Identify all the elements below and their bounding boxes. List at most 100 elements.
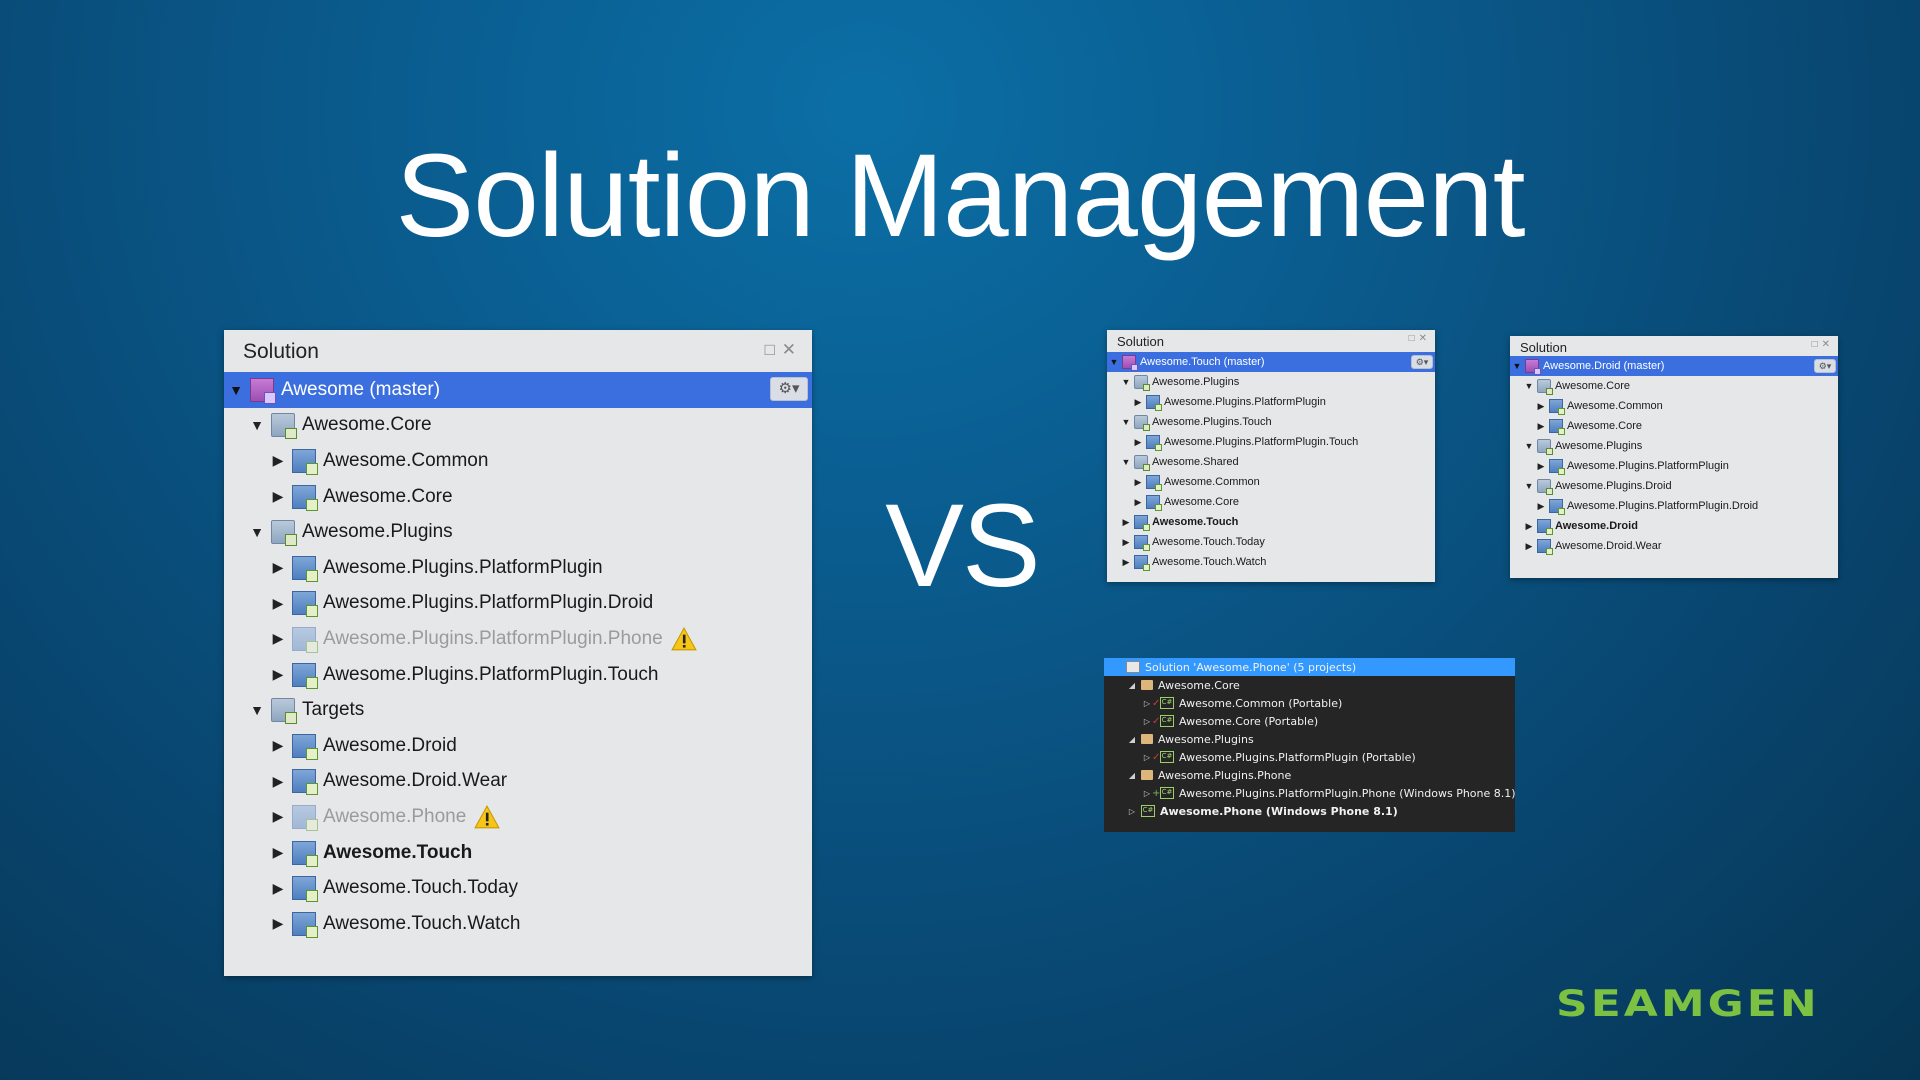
tree-node[interactable]: ▶ Awesome.Touch: [224, 835, 812, 871]
collapsed-arrow-icon[interactable]: ▶: [1536, 421, 1546, 432]
tree-node[interactable]: ▶ Awesome.Core: [224, 479, 812, 515]
tree-node[interactable]: ▶ Awesome.Touch.Today: [1107, 532, 1435, 552]
collapsed-arrow-icon[interactable]: ▶: [270, 452, 286, 469]
collapsed-arrow-icon[interactable]: ▶: [270, 488, 286, 505]
collapsed-arrow-icon[interactable]: ▶: [1121, 517, 1131, 528]
tree-node[interactable]: ▷ C# Awesome.Phone (Windows Phone 8.1): [1104, 802, 1515, 820]
tree-node[interactable]: Solution 'Awesome.Phone' (5 projects): [1104, 658, 1515, 676]
tree-node[interactable]: ▼ Awesome.Touch (master) ⚙▾: [1107, 352, 1435, 372]
tree-node[interactable]: ▶ Awesome.Common: [1107, 472, 1435, 492]
collapsed-arrow-icon[interactable]: ▶: [270, 630, 286, 647]
maximize-icon[interactable]: □: [1409, 333, 1415, 344]
tree-node[interactable]: ▶ Awesome.Droid.Wear: [224, 764, 812, 800]
expanded-arrow-icon[interactable]: ▼: [1524, 481, 1534, 491]
tree-node[interactable]: ▼ Targets: [224, 692, 812, 728]
collapsed-arrow-icon[interactable]: ▶: [1121, 557, 1131, 568]
tree-node[interactable]: ▶ Awesome.Touch.Today: [224, 870, 812, 906]
tree-node[interactable]: ▼ Awesome.Plugins.Droid: [1510, 476, 1838, 496]
expanded-arrow-icon[interactable]: ▼: [249, 702, 265, 718]
tree-node[interactable]: ▶ Awesome.Plugins.PlatformPlugin: [1107, 392, 1435, 412]
tree-node[interactable]: ▼ Awesome.Droid (master) ⚙▾: [1510, 356, 1838, 376]
collapsed-arrow-icon[interactable]: ▶: [270, 559, 286, 576]
expanded-arrow-icon[interactable]: ▼: [249, 524, 265, 540]
expanded-arrow-icon[interactable]: ▼: [1121, 457, 1131, 467]
collapsed-arrow-icon[interactable]: ▷: [1142, 789, 1152, 798]
expanded-arrow-icon[interactable]: ▼: [249, 417, 265, 433]
maximize-icon[interactable]: □: [1812, 339, 1818, 350]
tree-node[interactable]: ▼ Awesome.Plugins: [1510, 436, 1838, 456]
tree-node[interactable]: ▼ Awesome.Core: [1510, 376, 1838, 396]
tree-node[interactable]: ▼ Awesome.Plugins: [224, 514, 812, 550]
tree-node[interactable]: ▶ Awesome.Touch.Watch: [224, 906, 812, 942]
collapsed-arrow-icon[interactable]: ▶: [270, 844, 286, 861]
tree-node[interactable]: ▶ Awesome.Touch: [1107, 512, 1435, 532]
tree-node[interactable]: ▶ Awesome.Common: [1510, 396, 1838, 416]
tree-node[interactable]: ◢ Awesome.Core: [1104, 676, 1515, 694]
collapsed-arrow-icon[interactable]: ▶: [1133, 477, 1143, 488]
collapsed-arrow-icon[interactable]: ▶: [1133, 497, 1143, 508]
expanded-arrow-icon[interactable]: ▼: [228, 382, 244, 398]
expanded-arrow-icon[interactable]: ▼: [1524, 381, 1534, 391]
tree-node[interactable]: ▶ Awesome.Droid.Wear: [1510, 536, 1838, 556]
collapsed-arrow-icon[interactable]: ▶: [1133, 397, 1143, 408]
collapsed-arrow-icon[interactable]: ▷: [1142, 699, 1152, 708]
close-icon[interactable]: ✕: [782, 340, 796, 359]
collapsed-arrow-icon[interactable]: ▷: [1127, 807, 1137, 816]
tree-node[interactable]: ▷ ✓ C# Awesome.Common (Portable): [1104, 694, 1515, 712]
collapsed-arrow-icon[interactable]: ▷: [1142, 753, 1152, 762]
tree-node[interactable]: ▷ + C# Awesome.Plugins.PlatformPlugin.Phone…: [1104, 784, 1515, 802]
expanded-arrow-icon[interactable]: ◢: [1127, 681, 1137, 690]
expanded-arrow-icon[interactable]: ◢: [1127, 771, 1137, 780]
collapsed-arrow-icon[interactable]: ▶: [270, 737, 286, 754]
close-icon[interactable]: ✕: [1822, 339, 1830, 350]
tree-node[interactable]: ▶ Awesome.Plugins.PlatformPlugin.Phone: [224, 621, 812, 657]
collapsed-arrow-icon[interactable]: ▶: [270, 915, 286, 932]
tree-node[interactable]: ▶ Awesome.Plugins.PlatformPlugin.Touch: [224, 657, 812, 693]
tree-node[interactable]: ◢ Awesome.Plugins.Phone: [1104, 766, 1515, 784]
tree-node[interactable]: ▶ Awesome.Droid: [1510, 516, 1838, 536]
gear-menu-button[interactable]: ⚙▾: [1814, 359, 1836, 373]
tree-node[interactable]: ▷ ✓ C# Awesome.Core (Portable): [1104, 712, 1515, 730]
expanded-arrow-icon[interactable]: ▼: [1109, 357, 1119, 367]
tree-node[interactable]: ▶ Awesome.Plugins.PlatformPlugin.Droid: [224, 586, 812, 622]
collapsed-arrow-icon[interactable]: ▶: [270, 666, 286, 683]
collapsed-arrow-icon[interactable]: ▷: [1142, 717, 1152, 726]
collapsed-arrow-icon[interactable]: ▶: [1536, 461, 1546, 472]
tree-node[interactable]: ▶ Awesome.Core: [1510, 416, 1838, 436]
expanded-arrow-icon[interactable]: ▼: [1524, 441, 1534, 451]
tree-node[interactable]: ▼ Awesome (master) ⚙▾: [224, 372, 812, 408]
collapsed-arrow-icon[interactable]: ▶: [270, 880, 286, 897]
tree-node[interactable]: ▶ Awesome.Core: [1107, 492, 1435, 512]
close-icon[interactable]: ✕: [1419, 333, 1427, 344]
expanded-arrow-icon[interactable]: ▼: [1121, 417, 1131, 427]
collapsed-arrow-icon[interactable]: ▶: [1524, 521, 1534, 532]
tree-node[interactable]: ▼ Awesome.Plugins: [1107, 372, 1435, 392]
gear-menu-button[interactable]: ⚙▾: [770, 377, 808, 401]
tree-node[interactable]: ▼ Awesome.Core: [224, 408, 812, 444]
gear-menu-button[interactable]: ⚙▾: [1411, 355, 1433, 369]
collapsed-arrow-icon[interactable]: ▶: [270, 773, 286, 790]
expanded-arrow-icon[interactable]: ◢: [1127, 735, 1137, 744]
collapsed-arrow-icon[interactable]: ▶: [1536, 401, 1546, 412]
expanded-arrow-icon[interactable]: ▼: [1512, 361, 1522, 371]
collapsed-arrow-icon[interactable]: ▶: [1524, 541, 1534, 552]
tree-node[interactable]: ◢ Awesome.Plugins: [1104, 730, 1515, 748]
tree-node[interactable]: ▶ Awesome.Phone: [224, 799, 812, 835]
tree-node[interactable]: ▷ ✓ C# Awesome.Plugins.PlatformPlugin (Port…: [1104, 748, 1515, 766]
collapsed-arrow-icon[interactable]: ▶: [270, 595, 286, 612]
collapsed-arrow-icon[interactable]: ▶: [270, 808, 286, 825]
tree-node[interactable]: ▼ Awesome.Plugins.Touch: [1107, 412, 1435, 432]
collapsed-arrow-icon[interactable]: ▶: [1133, 437, 1143, 448]
tree-node[interactable]: ▶ Awesome.Touch.Watch: [1107, 552, 1435, 572]
collapsed-arrow-icon[interactable]: ▶: [1536, 501, 1546, 512]
tree-node[interactable]: ▶ Awesome.Common: [224, 443, 812, 479]
tree-node[interactable]: ▶ Awesome.Plugins.PlatformPlugin: [224, 550, 812, 586]
tree-node[interactable]: ▶ Awesome.Plugins.PlatformPlugin: [1510, 456, 1838, 476]
maximize-icon[interactable]: □: [765, 340, 775, 359]
tree-node[interactable]: ▶ Awesome.Plugins.PlatformPlugin.Touch: [1107, 432, 1435, 452]
collapsed-arrow-icon[interactable]: ▶: [1121, 537, 1131, 548]
tree-node[interactable]: ▶ Awesome.Droid: [224, 728, 812, 764]
expanded-arrow-icon[interactable]: ▼: [1121, 377, 1131, 387]
tree-node[interactable]: ▼ Awesome.Shared: [1107, 452, 1435, 472]
tree-node[interactable]: ▶ Awesome.Plugins.PlatformPlugin.Droid: [1510, 496, 1838, 516]
